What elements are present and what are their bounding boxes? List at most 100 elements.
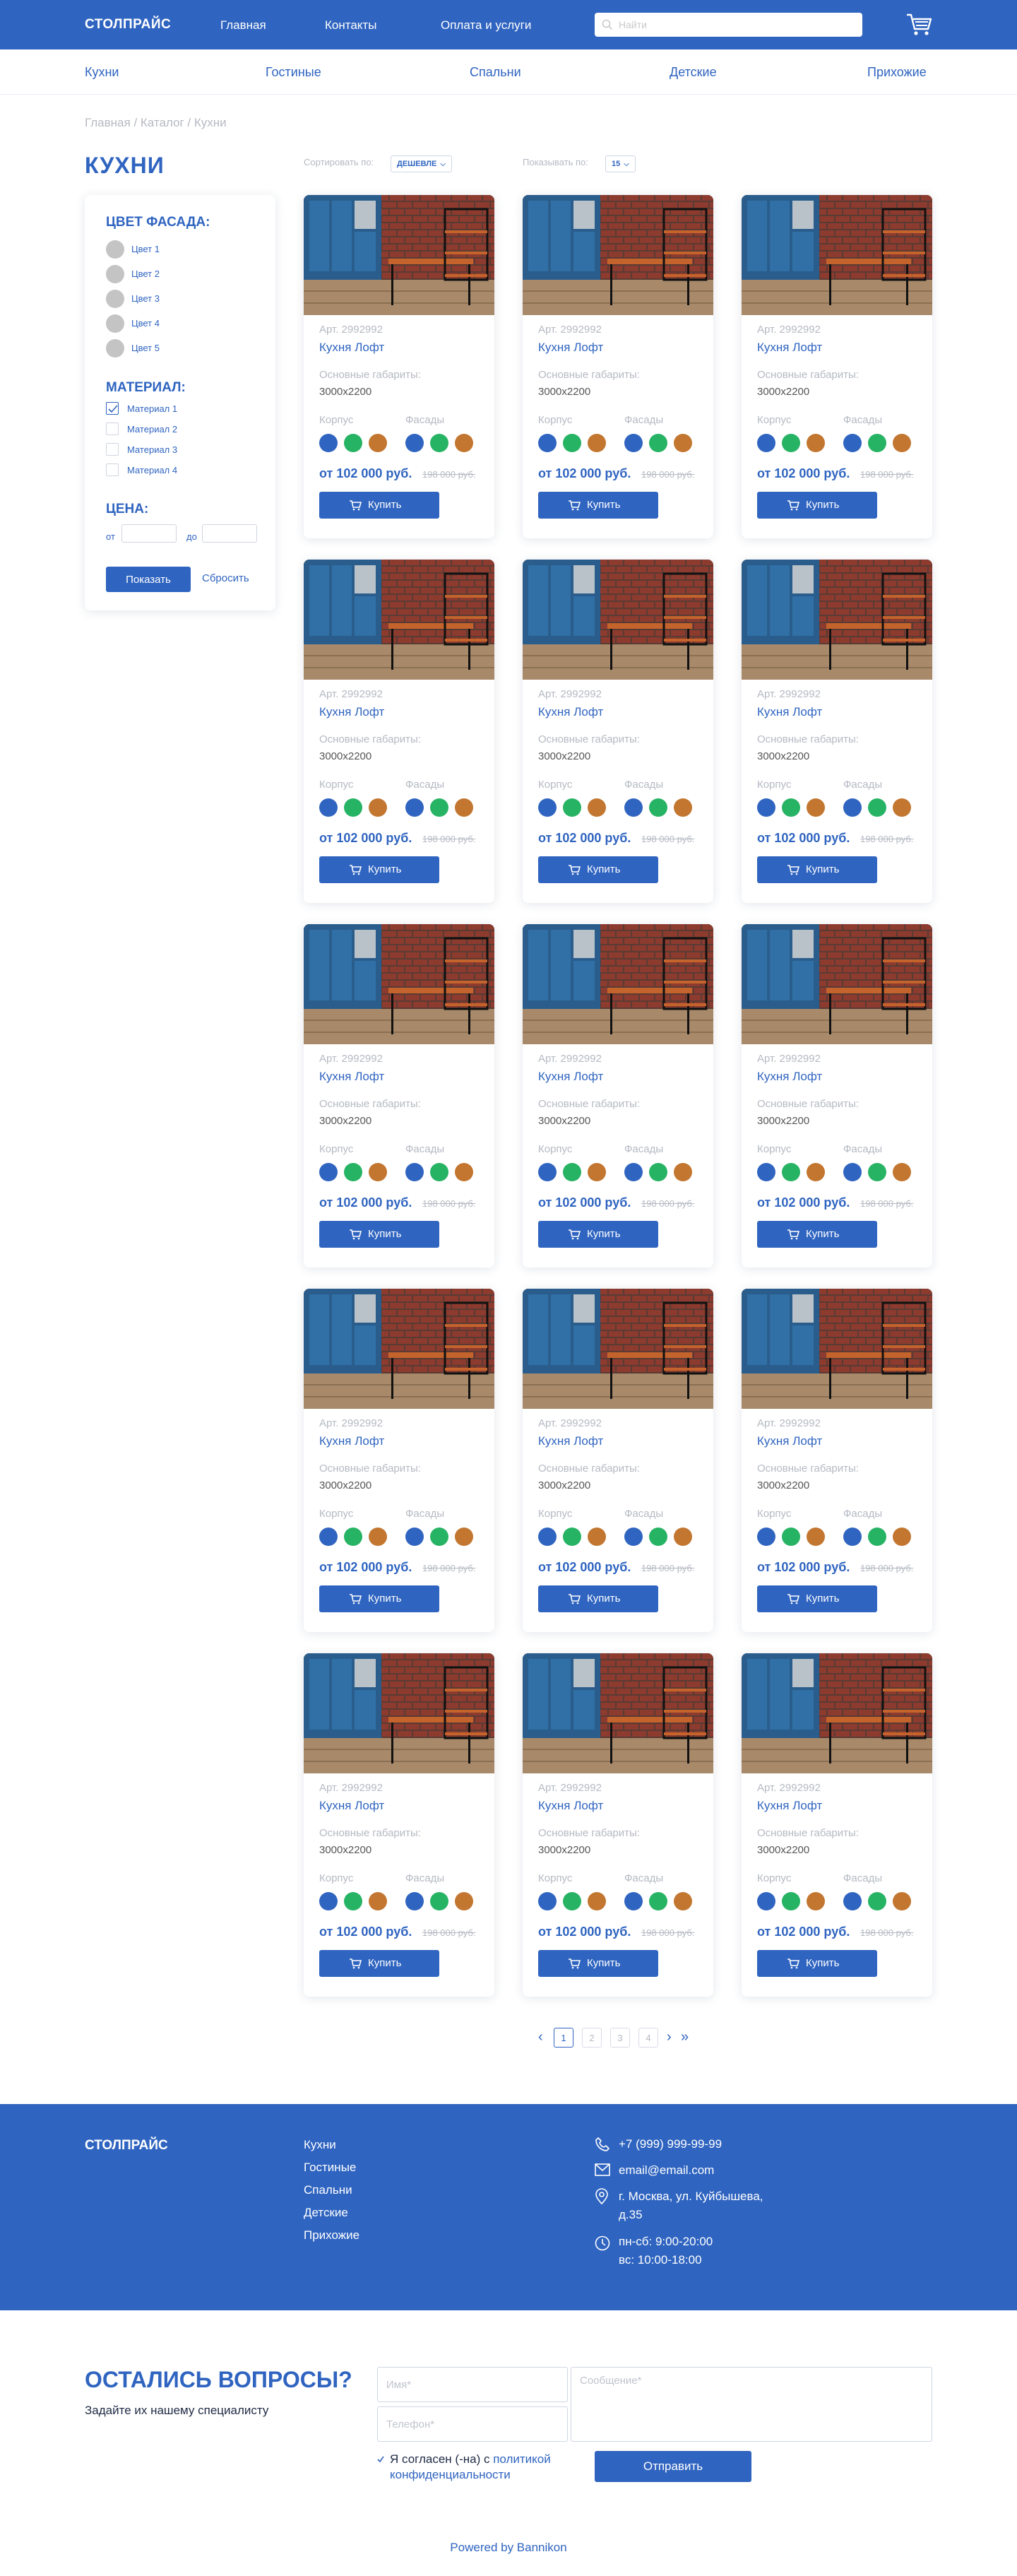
body-color-swatch[interactable]	[538, 434, 557, 452]
body-color-swatch[interactable]	[369, 1892, 387, 1910]
facade-color-swatch[interactable]	[868, 1528, 886, 1546]
body-color-swatch[interactable]	[782, 798, 800, 817]
buy-button[interactable]: Купить	[538, 1221, 658, 1248]
body-color-swatch[interactable]	[757, 798, 775, 817]
body-color-swatch[interactable]	[757, 1163, 775, 1181]
footer-link[interactable]: Кухни	[304, 2138, 336, 2152]
checkbox[interactable]	[106, 443, 119, 456]
product-name[interactable]: Кухня Лофт	[538, 1070, 603, 1084]
facade-color-swatch[interactable]	[843, 1528, 862, 1546]
message-field[interactable]	[571, 2367, 932, 2442]
buy-button[interactable]: Купить	[319, 492, 439, 519]
facade-color-swatch[interactable]	[455, 1163, 473, 1181]
body-color-swatch[interactable]	[807, 1528, 825, 1546]
body-color-swatch[interactable]	[588, 1528, 606, 1546]
body-color-swatch[interactable]	[369, 434, 387, 452]
facade-color-swatch[interactable]	[455, 798, 473, 817]
product-name[interactable]: Кухня Лофт	[757, 1799, 822, 1813]
product-image[interactable]	[304, 924, 494, 1044]
product-image[interactable]	[742, 924, 932, 1044]
buy-button[interactable]: Купить	[538, 492, 658, 519]
product-image[interactable]	[523, 195, 713, 315]
footer-email[interactable]: email@email.com	[619, 2161, 714, 2180]
product-image[interactable]	[523, 1289, 713, 1409]
filter-reset-link[interactable]: Сбросить	[202, 572, 249, 584]
body-color-swatch[interactable]	[319, 434, 338, 452]
facade-color-swatch[interactable]	[893, 1892, 911, 1910]
facade-color-swatch[interactable]	[624, 1163, 643, 1181]
product-card[interactable]: Арт. 2992992 Кухня Лофт Основные габарит…	[304, 1653, 494, 1997]
product-image[interactable]	[304, 195, 494, 315]
body-color-swatch[interactable]	[757, 434, 775, 452]
checkbox[interactable]	[106, 463, 119, 476]
body-color-swatch[interactable]	[319, 1163, 338, 1181]
facade-color-swatch[interactable]	[674, 1528, 692, 1546]
checkbox-checked[interactable]	[106, 402, 119, 415]
product-name[interactable]: Кухня Лофт	[319, 1799, 384, 1813]
category-kids[interactable]: Детские	[670, 65, 717, 80]
facade-color-swatch[interactable]	[455, 1528, 473, 1546]
price-from-input[interactable]	[121, 524, 177, 543]
product-name[interactable]: Кухня Лофт	[757, 1434, 822, 1448]
facade-color-swatch[interactable]	[674, 1163, 692, 1181]
body-color-swatch[interactable]	[319, 1528, 338, 1546]
footer-link[interactable]: Детские	[304, 2206, 348, 2220]
facade-color-swatch[interactable]	[405, 1892, 424, 1910]
product-name[interactable]: Кухня Лофт	[538, 1799, 603, 1813]
product-name[interactable]: Кухня Лофт	[319, 1434, 384, 1448]
buy-button[interactable]: Купить	[757, 1585, 877, 1612]
product-image[interactable]	[742, 195, 932, 315]
product-image[interactable]	[523, 560, 713, 680]
body-color-swatch[interactable]	[588, 434, 606, 452]
product-image[interactable]	[304, 1653, 494, 1773]
facade-color-swatch[interactable]	[868, 1892, 886, 1910]
body-color-swatch[interactable]	[807, 1163, 825, 1181]
product-card[interactable]: Арт. 2992992 Кухня Лофт Основные габарит…	[742, 924, 932, 1268]
facade-color-swatch[interactable]	[868, 798, 886, 817]
nav-contacts[interactable]: Контакты	[325, 18, 376, 33]
facade-color-swatch[interactable]	[624, 798, 643, 817]
product-image[interactable]	[523, 924, 713, 1044]
body-color-swatch[interactable]	[344, 1892, 362, 1910]
product-image[interactable]	[304, 560, 494, 680]
footer-logo[interactable]: СТОЛПРАЙС	[85, 2138, 168, 2153]
facade-color-swatch[interactable]	[455, 1892, 473, 1910]
body-color-swatch[interactable]	[563, 1163, 581, 1181]
facade-color-swatch[interactable]	[649, 1528, 667, 1546]
footer-link[interactable]: Гостиные	[304, 2161, 356, 2175]
product-card[interactable]: Арт. 2992992 Кухня Лофт Основные габарит…	[742, 1653, 932, 1997]
product-name[interactable]: Кухня Лофт	[757, 705, 822, 719]
checkbox[interactable]	[106, 423, 119, 435]
facade-color-swatch[interactable]	[674, 798, 692, 817]
product-image[interactable]	[742, 1289, 932, 1409]
product-name[interactable]: Кухня Лофт	[757, 1070, 822, 1084]
body-color-swatch[interactable]	[757, 1528, 775, 1546]
body-color-swatch[interactable]	[807, 434, 825, 452]
body-color-swatch[interactable]	[563, 1892, 581, 1910]
facade-color-swatch[interactable]	[649, 434, 667, 452]
facade-color-swatch[interactable]	[624, 1892, 643, 1910]
buy-button[interactable]: Купить	[319, 1585, 439, 1612]
page-button[interactable]: 3	[610, 2028, 630, 2048]
product-name[interactable]: Кухня Лофт	[538, 341, 603, 355]
logo[interactable]: СТОЛПРАЙС	[85, 17, 171, 33]
facade-color-swatch[interactable]	[674, 434, 692, 452]
body-color-swatch[interactable]	[344, 1528, 362, 1546]
facade-color-swatch[interactable]	[893, 1163, 911, 1181]
buy-button[interactable]: Купить	[538, 1585, 658, 1612]
facade-color-swatch[interactable]	[868, 434, 886, 452]
product-card[interactable]: Арт. 2992992 Кухня Лофт Основные габарит…	[523, 1653, 713, 1997]
facade-color-swatch[interactable]	[843, 1163, 862, 1181]
search-input[interactable]	[619, 13, 852, 37]
facade-color-swatch[interactable]	[893, 798, 911, 817]
body-color-swatch[interactable]	[563, 434, 581, 452]
body-color-swatch[interactable]	[782, 1163, 800, 1181]
show-select[interactable]: 15 ⌵	[605, 155, 636, 172]
product-card[interactable]: Арт. 2992992 Кухня Лофт Основные габарит…	[304, 195, 494, 538]
body-color-swatch[interactable]	[538, 798, 557, 817]
facade-color-swatch[interactable]	[843, 798, 862, 817]
body-color-swatch[interactable]	[344, 434, 362, 452]
buy-button[interactable]: Купить	[538, 1950, 658, 1977]
footer-link[interactable]: Прихожие	[304, 2228, 359, 2243]
footer-link[interactable]: Спальни	[304, 2183, 352, 2197]
